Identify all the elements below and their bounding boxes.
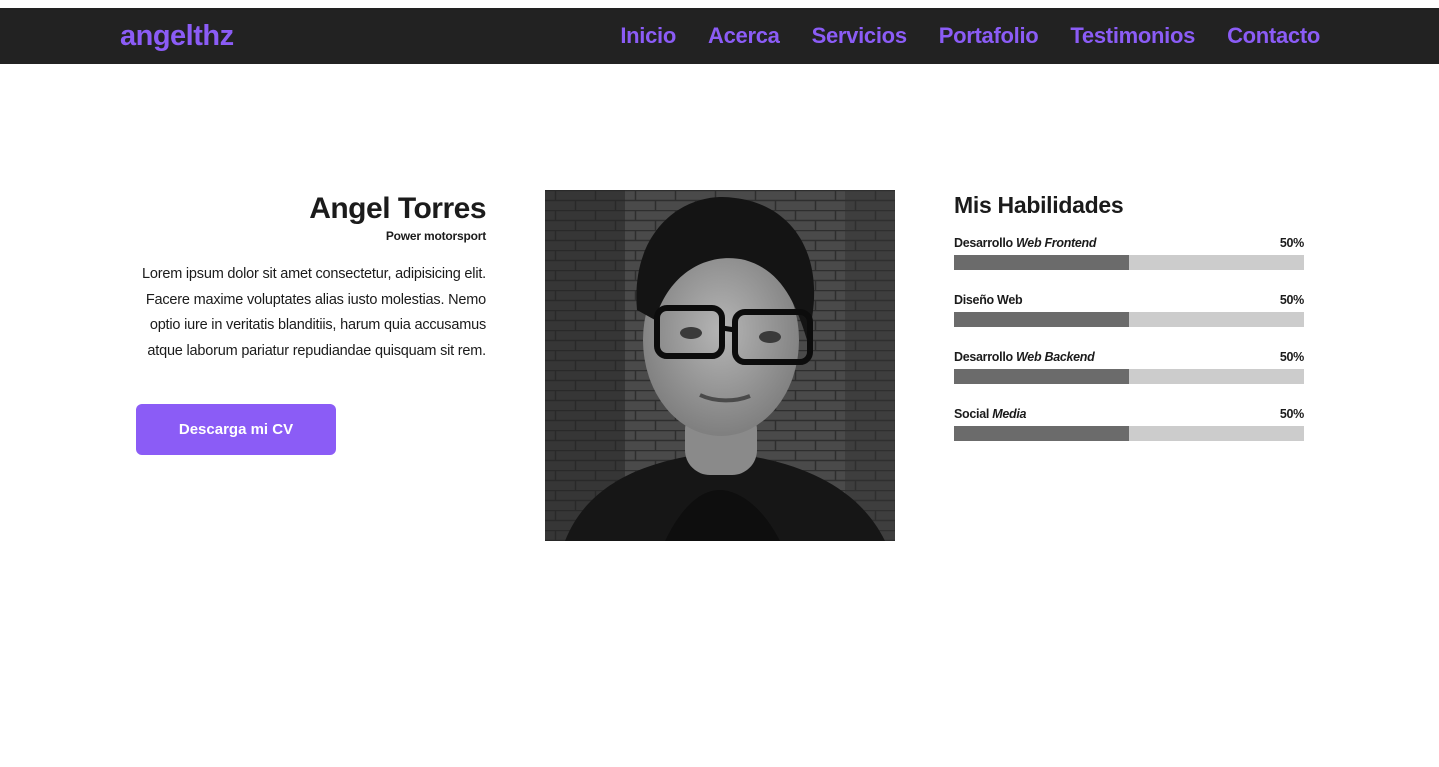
skill-progress-track — [954, 369, 1304, 384]
skill-label-text: Desarrollo — [954, 236, 1013, 250]
skill-label-emphasis: Web Backend — [1016, 350, 1095, 364]
nav-link-inicio[interactable]: Inicio — [620, 23, 676, 48]
brand-logo[interactable]: angelthz — [120, 8, 234, 64]
profile-bio: Lorem ipsum dolor sit amet consectetur, … — [141, 266, 486, 359]
skill-label: Desarrollo Web Frontend — [954, 236, 1097, 250]
nav-item-inicio: Inicio — [620, 23, 676, 49]
skill-label-text: Desarrollo — [954, 350, 1013, 364]
skill-label-emphasis: Web Frontend — [1016, 236, 1097, 250]
skill-item: Desarrollo Web Frontend 50% — [954, 234, 1304, 291]
skill-progress-track — [954, 255, 1304, 270]
skill-label-text: Social — [954, 407, 990, 421]
skill-label: Social Media — [954, 407, 1026, 421]
skill-label-text: Diseño Web — [954, 293, 1023, 307]
navbar: angelthz Inicio Acerca Servicios Portafo… — [0, 8, 1439, 64]
profile-name: Angel Torres — [309, 192, 486, 225]
skill-percent: 50% — [1279, 407, 1304, 421]
nav-item-servicios: Servicios — [812, 23, 907, 49]
skill-header: Desarrollo Web Backend 50% — [954, 348, 1304, 366]
skill-header: Social Media 50% — [954, 405, 1304, 423]
nav-link-contacto[interactable]: Contacto — [1227, 23, 1320, 48]
skill-progress-track — [954, 426, 1304, 441]
nav-link-portafolio[interactable]: Portafolio — [939, 23, 1039, 48]
nav-item-acerca: Acerca — [708, 23, 780, 49]
skills-list: Desarrollo Web Frontend 50% Diseño Web 50% D… — [954, 234, 1304, 462]
skill-label: Desarrollo Web Backend — [954, 350, 1095, 364]
skill-progress-fill — [954, 426, 1129, 441]
skill-label: Diseño Web — [954, 293, 1023, 307]
nav-item-portafolio: Portafolio — [939, 23, 1039, 49]
skill-progress-fill — [954, 369, 1129, 384]
skill-item: Diseño Web 50% — [954, 291, 1304, 348]
nav-link-servicios[interactable]: Servicios — [812, 23, 907, 48]
nav-link-acerca[interactable]: Acerca — [708, 23, 780, 48]
skills-section: Mis Habilidades Desarrollo Web Frontend 5… — [954, 190, 1304, 462]
skill-percent: 50% — [1279, 236, 1304, 250]
skill-percent: 50% — [1279, 293, 1304, 307]
skill-progress-fill — [954, 312, 1129, 327]
profile-photo — [545, 190, 895, 541]
skill-label-emphasis: Media — [992, 407, 1027, 421]
skill-item: Desarrollo Web Backend 50% — [954, 348, 1304, 405]
skill-item: Social Media 50% — [954, 405, 1304, 462]
nav-item-contacto: Contacto — [1227, 23, 1320, 49]
profile-role: Power motorsport — [385, 229, 486, 243]
about-section: Angel Torres Power motorsport Lorem ipsu… — [136, 190, 487, 364]
skills-title: Mis Habilidades — [954, 192, 1124, 218]
main-nav: Inicio Acerca Servicios Portafolio Testi… — [620, 8, 1320, 64]
skill-progress-track — [954, 312, 1304, 327]
skill-header: Desarrollo Web Frontend 50% — [954, 234, 1304, 252]
nav-link-testimonios[interactable]: Testimonios — [1070, 23, 1195, 48]
skill-percent: 50% — [1279, 350, 1304, 364]
portrait-image — [545, 190, 895, 541]
download-cv-button[interactable]: Descarga mi CV — [136, 404, 336, 455]
nav-item-testimonios: Testimonios — [1070, 23, 1195, 49]
skill-header: Diseño Web 50% — [954, 291, 1304, 309]
skill-progress-fill — [954, 255, 1129, 270]
top-strip — [0, 0, 1439, 8]
